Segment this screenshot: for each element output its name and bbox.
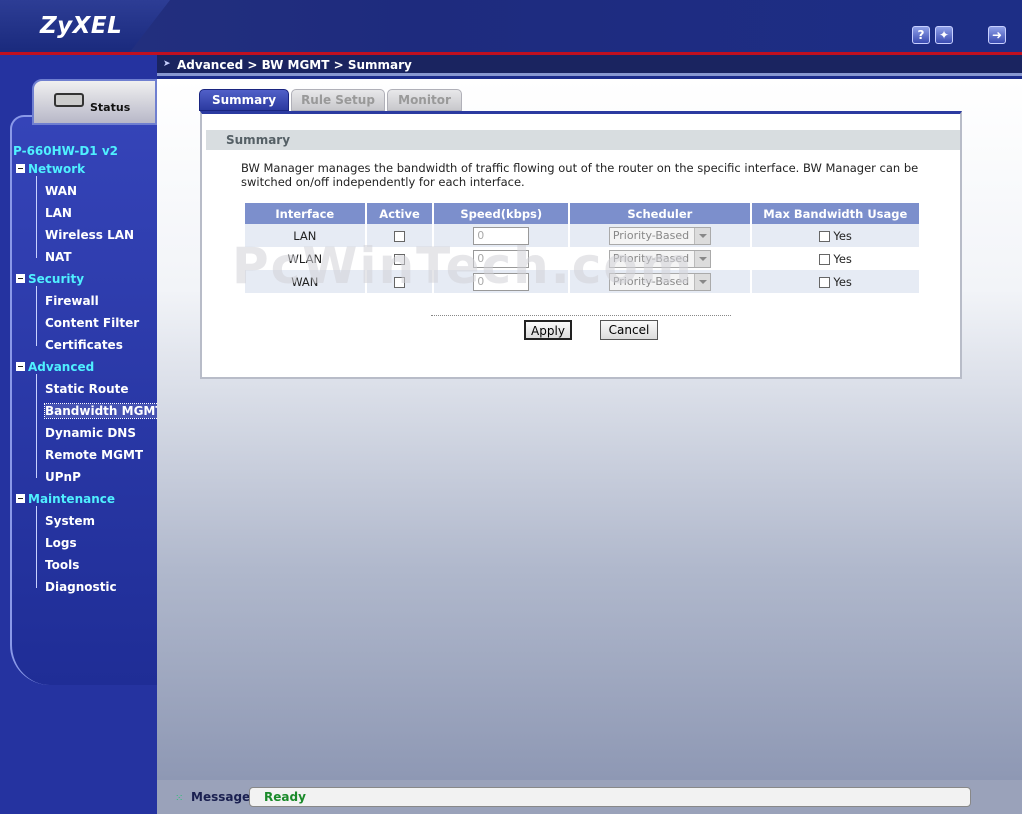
chevron-down-icon [693, 273, 710, 290]
breadcrumb-arrow-icon: ➤ [163, 59, 171, 69]
tree-line [36, 374, 37, 478]
sidebar-section-network[interactable]: Network [16, 162, 85, 176]
col-active: Active [366, 203, 433, 224]
message-label: Message [191, 790, 251, 804]
yes-label: Yes [833, 251, 852, 266]
sidebar-item-static-route[interactable]: Static Route [45, 382, 129, 396]
router-icon [54, 93, 84, 107]
status-bar: ⁙ Message Ready [157, 780, 1022, 814]
tab-summary[interactable]: Summary [199, 89, 289, 111]
max-bandwidth-checkbox[interactable] [818, 276, 830, 288]
tree-line [36, 286, 37, 346]
sidebar-item-content-filter[interactable]: Content Filter [45, 316, 139, 330]
collapse-icon[interactable] [16, 274, 25, 283]
chevron-down-icon [693, 250, 710, 267]
sidebar-section-advanced[interactable]: Advanced [16, 360, 94, 374]
max-bandwidth-cell: Yes [751, 270, 919, 293]
breadcrumb: Advanced > BW MGMT > Summary [177, 58, 412, 72]
sidebar-item-dynamic-dns[interactable]: Dynamic DNS [45, 426, 136, 440]
cancel-button[interactable]: Cancel [600, 320, 658, 340]
collapse-icon[interactable] [16, 362, 25, 371]
collapse-icon[interactable] [16, 494, 25, 503]
col-interface: Interface [245, 203, 365, 224]
apply-button[interactable]: Apply [524, 320, 572, 340]
sidebar-section-label: Network [28, 162, 86, 176]
sidebar-item-certificates[interactable]: Certificates [45, 338, 123, 352]
sidebar-item-wireless-lan[interactable]: Wireless LAN [45, 228, 134, 242]
help-icon[interactable]: ? [912, 26, 930, 44]
sidebar-section-security[interactable]: Security [16, 272, 84, 286]
sidebar-item-tools[interactable]: Tools [45, 558, 79, 572]
sidebar-item-remote-mgmt[interactable]: Remote MGMT [45, 448, 143, 462]
sidebar-item-diagnostic[interactable]: Diagnostic [45, 580, 117, 594]
tab-monitor[interactable]: Monitor [387, 89, 462, 111]
sidebar-item-bandwidth-mgmt[interactable]: Bandwidth MGMT [44, 403, 165, 419]
status-tab[interactable]: Status [32, 79, 157, 125]
max-bandwidth-cell: Yes [751, 247, 919, 270]
sidebar-section-maintenance[interactable]: Maintenance [16, 492, 115, 506]
button-divider [431, 315, 731, 316]
col-max-bandwidth: Max Bandwidth Usage [751, 203, 919, 224]
device-model: P-660HW-D1 v2 [13, 144, 118, 158]
sidebar-section-label: Maintenance [28, 492, 116, 506]
message-icon: ⁙ [175, 793, 184, 804]
tab-rule-setup[interactable]: Rule Setup [291, 89, 385, 111]
collapse-icon[interactable] [16, 164, 25, 173]
watermark: PcWinTech.com [232, 237, 694, 295]
sidebar-item-wan[interactable]: WAN [45, 184, 77, 198]
sidebar-item-system[interactable]: System [45, 514, 95, 528]
max-bandwidth-cell: Yes [751, 224, 919, 247]
yes-label: Yes [833, 228, 852, 243]
sidebar-section-label: Security [28, 272, 85, 286]
tree-line [36, 176, 37, 258]
col-speed: Speed(kbps) [434, 203, 569, 224]
max-bandwidth-checkbox[interactable] [818, 253, 830, 265]
col-scheduler: Scheduler [570, 203, 750, 224]
yes-label: Yes [833, 274, 852, 289]
sidebar-item-firewall[interactable]: Firewall [45, 294, 99, 308]
header-bar: ZyXEL ? ✦ ➜ [0, 0, 1022, 52]
message-text: Ready [264, 790, 306, 804]
breadcrumb-bar: ➤ Advanced > BW MGMT > Summary [157, 55, 1022, 76]
sidebar-item-logs[interactable]: Logs [45, 536, 77, 550]
sidebar-panel [10, 115, 157, 685]
zyxel-logo: ZyXEL [0, 0, 170, 52]
sidebar-section-label: Advanced [28, 360, 95, 374]
sidebar-item-nat[interactable]: NAT [45, 250, 72, 264]
sidebar-item-upnp[interactable]: UPnP [45, 470, 81, 484]
max-bandwidth-checkbox[interactable] [818, 230, 830, 242]
section-title: Summary [206, 130, 960, 150]
message-field: Ready [249, 787, 971, 807]
description-text: BW Manager manages the bandwidth of traf… [241, 161, 919, 189]
wizard-icon[interactable]: ✦ [935, 26, 953, 44]
chevron-down-icon [693, 227, 710, 244]
logout-icon[interactable]: ➜ [988, 26, 1006, 44]
sidebar-item-lan[interactable]: LAN [45, 206, 72, 220]
tree-line [36, 506, 37, 588]
status-label: Status [90, 101, 131, 114]
